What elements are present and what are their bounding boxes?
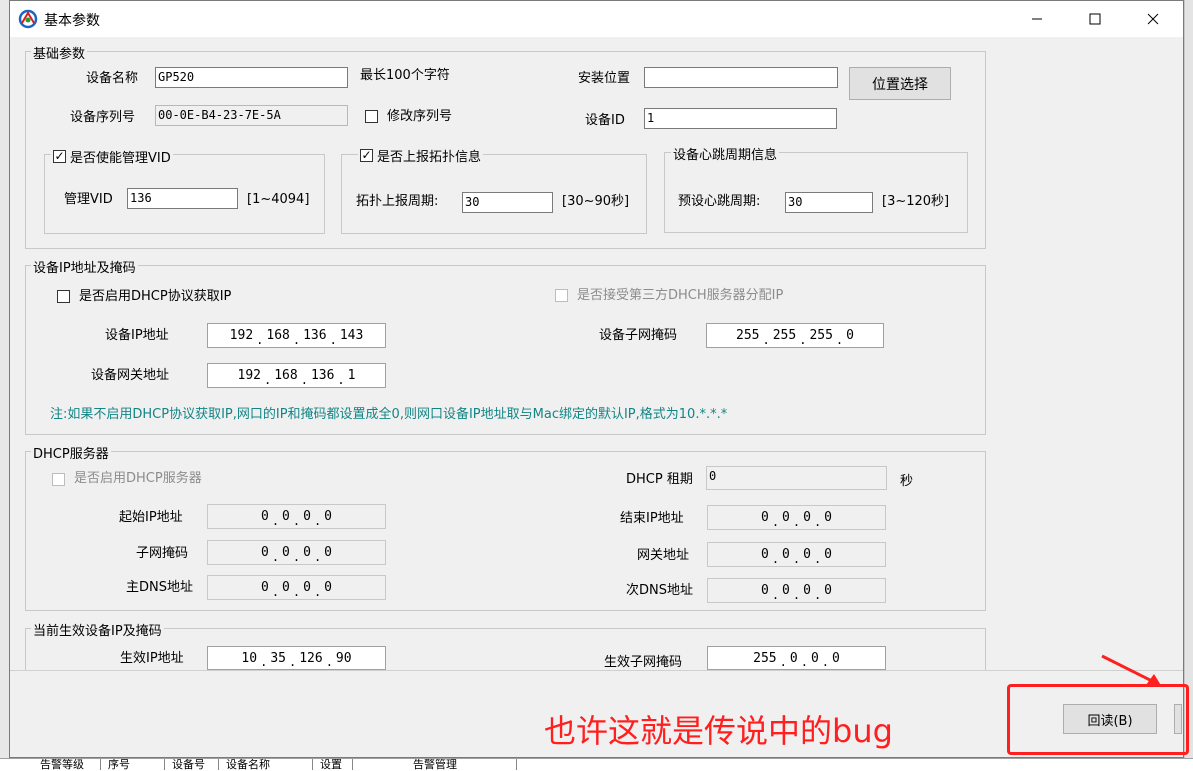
end-ip-label: 结束IP地址 (620, 511, 684, 526)
window-title: 基本参数 (44, 13, 100, 29)
topology-period-range: [30~90秒] (562, 194, 630, 209)
gateway-input[interactable]: 192. 168. 136. 1 (207, 363, 386, 388)
dhcp-lease-input: 0 (706, 466, 887, 490)
location-label: 安装位置 (578, 71, 631, 86)
secondary-dns-label: 次DNS地址 (626, 583, 693, 598)
dhcp-client-checkbox[interactable] (57, 290, 70, 303)
vid-input[interactable]: 136 (127, 188, 238, 209)
dhcp-gateway-input: 0.0.0.0 (707, 542, 886, 567)
vid-range: [1~4094] (247, 192, 310, 207)
current-ip-label: 生效IP地址 (120, 651, 184, 666)
current-mask-label: 生效子网掩码 (604, 655, 683, 670)
current-mask-value: 255. 0. 0. 0 (707, 646, 886, 670)
close-icon (1147, 13, 1159, 25)
ip-config-note: 注:如果不启用DHCP协议获取IP,网口的IP和掩码都设置成全0,则网口设备IP… (50, 407, 728, 422)
bg-column-header: 设置 (314, 759, 353, 770)
heartbeat-period-label: 预设心跳周期: (678, 194, 761, 209)
dhcp-mask-input: 0.0.0.0 (207, 540, 386, 565)
topology-legend: ✓ 是否上报拓扑信息 (358, 146, 484, 165)
start-ip-label: 起始IP地址 (119, 510, 183, 525)
annotation-highlight-box (1007, 684, 1189, 755)
subnet-mask-label: 设备子网掩码 (599, 328, 678, 343)
start-ip-input: 0.0.0.0 (207, 504, 386, 529)
heartbeat-period-input[interactable]: 30 (785, 192, 873, 213)
enable-vid-checkbox[interactable]: ✓ (53, 150, 66, 163)
bg-column-header: 告警等级 (34, 759, 101, 770)
footer-separator (10, 670, 1183, 671)
device-ip-label: 设备IP地址 (105, 328, 169, 343)
bg-column-header: 设备号 (166, 759, 219, 770)
dhcp-mask-label: 子网掩码 (136, 546, 189, 561)
basic-params-legend: 基础参数 (31, 43, 88, 62)
serial-input: 00-0E-B4-23-7E-5A (155, 105, 348, 126)
device-id-input[interactable]: 1 (644, 108, 837, 129)
current-ip-value: 10. 35. 126. 90 (207, 646, 386, 670)
enable-dhcp-server-label: 是否启用DHCP服务器 (74, 471, 202, 486)
close-button[interactable] (1124, 1, 1182, 37)
device-id-label: 设备ID (585, 113, 625, 128)
dhcp-lease-unit: 秒 (900, 474, 914, 489)
enable-vid-label: 是否使能管理VID (70, 151, 171, 166)
background-window-right (1184, 0, 1193, 770)
vid-legend: ✓ 是否使能管理VID (51, 147, 173, 166)
end-ip-input: 0.0.0.0 (707, 505, 886, 530)
minimize-button[interactable] (1008, 1, 1066, 37)
current-ip-legend: 当前生效设备IP及掩码 (31, 620, 164, 639)
bug-annotation-text: 也许这就是传说中的bug (544, 712, 893, 750)
bg-column-header: 设备名称 (220, 759, 313, 770)
bg-column-header: 告警管理 (354, 759, 517, 770)
primary-dns-label: 主DNS地址 (126, 580, 193, 595)
dhcp-server-legend: DHCP服务器 (31, 443, 111, 462)
dhcp-client-label: 是否启用DHCP协议获取IP (79, 289, 232, 304)
device-name-label: 设备名称 (86, 71, 139, 86)
minimize-icon (1032, 18, 1042, 20)
primary-dns-input: 0.0.0.0 (207, 575, 386, 600)
enable-dhcp-server-checkbox (52, 473, 65, 486)
bg-column-header: 序号 (102, 759, 165, 770)
report-topology-checkbox[interactable]: ✓ (360, 149, 373, 162)
serial-label: 设备序列号 (70, 110, 136, 125)
subnet-mask-input[interactable]: 255. 255. 255. 0 (706, 323, 884, 348)
heartbeat-period-range: [3~120秒] (882, 194, 950, 209)
device-name-input[interactable]: GP520 (155, 67, 348, 88)
modify-serial-label: 修改序列号 (387, 109, 453, 124)
device-ip-legend: 设备IP地址及掩码 (31, 257, 138, 276)
device-ip-input[interactable]: 192. 168. 136. 143 (207, 323, 386, 348)
dhcp-lease-label: DHCP 租期 (626, 472, 693, 487)
topology-period-label: 拓扑上报周期: (356, 194, 439, 209)
maximize-button[interactable] (1066, 1, 1124, 37)
secondary-dns-input: 0.0.0.0 (707, 578, 886, 603)
modify-serial-checkbox[interactable] (365, 110, 378, 123)
max-length-hint: 最长100个字符 (360, 68, 450, 83)
heartbeat-legend: 设备心跳周期信息 (671, 144, 780, 163)
gateway-label: 设备网关地址 (91, 368, 170, 383)
maximize-icon (1089, 13, 1101, 25)
third-party-dhcp-label: 是否接受第三方DHCH服务器分配IP (577, 288, 784, 303)
annotation-arrow-icon (1101, 654, 1162, 687)
vid-label: 管理VID (64, 192, 113, 207)
location-input[interactable] (644, 67, 838, 88)
third-party-dhcp-checkbox (555, 289, 568, 302)
report-topology-label: 是否上报拓扑信息 (377, 150, 482, 165)
app-logo-icon (18, 9, 38, 29)
location-select-button[interactable]: 位置选择 (849, 67, 951, 100)
topology-period-input[interactable]: 30 (462, 192, 553, 213)
dhcp-gateway-label: 网关地址 (637, 548, 690, 563)
